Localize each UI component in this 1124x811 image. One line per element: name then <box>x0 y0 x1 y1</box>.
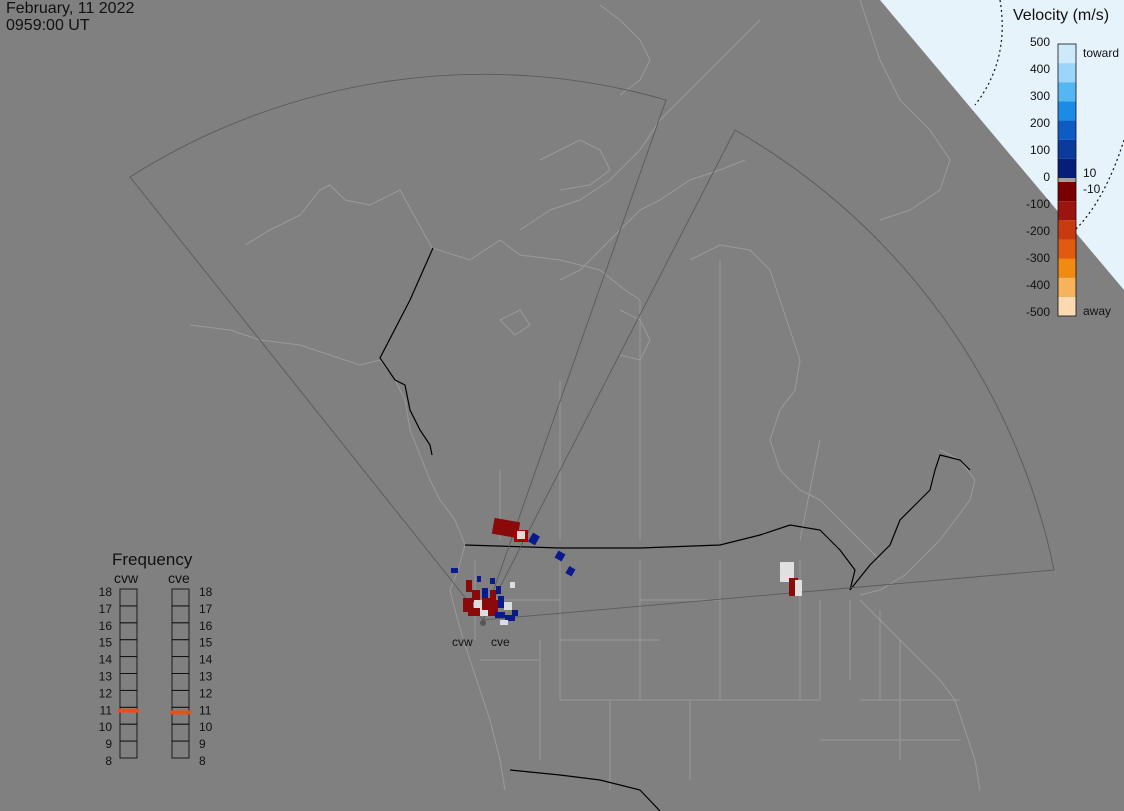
colorbar-swatch <box>1058 182 1076 202</box>
colorbar-swatch <box>1058 277 1076 297</box>
frequency-level-label: 12 <box>199 686 213 700</box>
frequency-col-label-cve: cve <box>168 570 190 586</box>
radar-fov <box>129 73 1055 621</box>
colorbar-tick-label: -300 <box>1026 251 1050 265</box>
radar-label-cvw: cvw <box>452 635 473 649</box>
colorbar-swatch <box>1058 258 1076 278</box>
frequency-title: Frequency <box>112 550 193 569</box>
frequency-cell <box>171 673 190 691</box>
frequency-level-label: 10 <box>199 720 213 734</box>
time-label: 0959:00 UT <box>6 17 90 34</box>
away-label: away <box>1083 304 1111 318</box>
frequency-cell <box>171 588 190 607</box>
national-borders <box>379 247 971 811</box>
frequency-cell <box>119 639 138 658</box>
frequency-panel: 18 18 17 17 16 16 15 15 14 14 13 13 12 12 11 11 10 10 9 9 8 8 <box>99 585 213 768</box>
toward-label: toward <box>1083 46 1119 60</box>
colorbar-swatch <box>1058 82 1076 102</box>
colorbar-tick-label: -500 <box>1026 305 1050 319</box>
frequency-level-label: 14 <box>99 653 113 667</box>
frequency-level-label: 12 <box>99 686 113 700</box>
colorbar-swatch <box>1058 101 1076 121</box>
colorbar-tick-label: -100 <box>1026 197 1050 211</box>
threshold-low-label: -10 <box>1083 182 1101 196</box>
frequency-col-label-cvw: cvw <box>114 570 139 586</box>
colorbar-swatch <box>1058 201 1076 221</box>
colorbar-swatch <box>1058 296 1076 316</box>
frequency-cell <box>119 588 138 607</box>
frequency-cell <box>119 605 138 624</box>
frequency-cell <box>119 689 138 708</box>
frequency-level-label: 8 <box>199 754 206 768</box>
frequency-cell <box>171 689 190 708</box>
colorbar-swatch <box>1058 63 1076 83</box>
frequency-cell <box>119 656 138 674</box>
frequency-cell <box>171 740 190 759</box>
frequency-level-label: 9 <box>105 737 112 751</box>
radar-label-cve: cve <box>491 635 510 649</box>
radar-site-cvw <box>480 620 486 626</box>
frequency-level-label: 18 <box>99 585 113 599</box>
colorbar-tick-label: -200 <box>1026 224 1050 238</box>
date-label: February, 11 2022 <box>6 0 135 17</box>
frequency-level-label: 15 <box>199 636 213 650</box>
boundaries <box>474 260 960 790</box>
colorbar-tick-label: 500 <box>1030 35 1050 49</box>
colorbar-swatch <box>1058 220 1076 240</box>
frequency-level-label: 11 <box>199 703 212 717</box>
frequency-cell <box>171 706 190 725</box>
frequency-level-label: 17 <box>99 602 113 616</box>
frequency-level-label: 16 <box>199 619 213 633</box>
velocity-scale-title: Velocity (m/s) <box>1013 7 1109 24</box>
frequency-cell <box>171 605 190 624</box>
frequency-level-label: 13 <box>199 670 213 684</box>
velocity-echoes <box>451 517 802 625</box>
colorbar-tick-label: 0 <box>1043 170 1050 184</box>
frequency-level-label: 15 <box>99 636 113 650</box>
colorbar-tick-label: 100 <box>1030 143 1050 157</box>
frequency-level-label: 14 <box>199 653 213 667</box>
frequency-level-label: 17 <box>199 602 213 616</box>
frequency-cell <box>171 656 190 674</box>
colorbar-tick-label: 200 <box>1030 116 1050 130</box>
colorbar-swatch <box>1058 139 1076 159</box>
frequency-level-label: 8 <box>105 754 112 768</box>
threshold-high-label: 10 <box>1083 166 1097 180</box>
frequency-level-label: 13 <box>99 670 113 684</box>
frequency-marker-cve <box>170 710 191 715</box>
colorbar-swatch <box>1058 178 1076 182</box>
colorbar-tick-label: 400 <box>1030 62 1050 76</box>
colorbar-swatch <box>1058 239 1076 259</box>
frequency-cell <box>171 639 190 658</box>
frequency-marker-cvw <box>118 708 139 713</box>
frequency-level-label: 11 <box>100 703 113 717</box>
radar-map: cvw cve 5004003002001000-100-200-300-400… <box>99 0 1124 811</box>
frequency-level-label: 9 <box>199 737 206 751</box>
frequency-cell <box>119 723 138 742</box>
terminator-region <box>880 0 1124 290</box>
colorbar-swatch <box>1058 120 1076 140</box>
frequency-cell <box>171 622 190 641</box>
frequency-level-label: 18 <box>199 585 213 599</box>
frequency-cell <box>119 622 138 641</box>
colorbar-tick-label: -400 <box>1026 278 1050 292</box>
colorbar-swatch <box>1058 158 1076 178</box>
frequency-cell <box>119 673 138 691</box>
frequency-cell <box>119 740 138 759</box>
coastlines <box>189 0 981 791</box>
frequency-cell <box>171 723 190 742</box>
frequency-level-label: 10 <box>99 720 113 734</box>
frequency-level-label: 16 <box>99 619 113 633</box>
colorbar-swatch <box>1058 44 1076 64</box>
colorbar-tick-label: 300 <box>1030 89 1050 103</box>
